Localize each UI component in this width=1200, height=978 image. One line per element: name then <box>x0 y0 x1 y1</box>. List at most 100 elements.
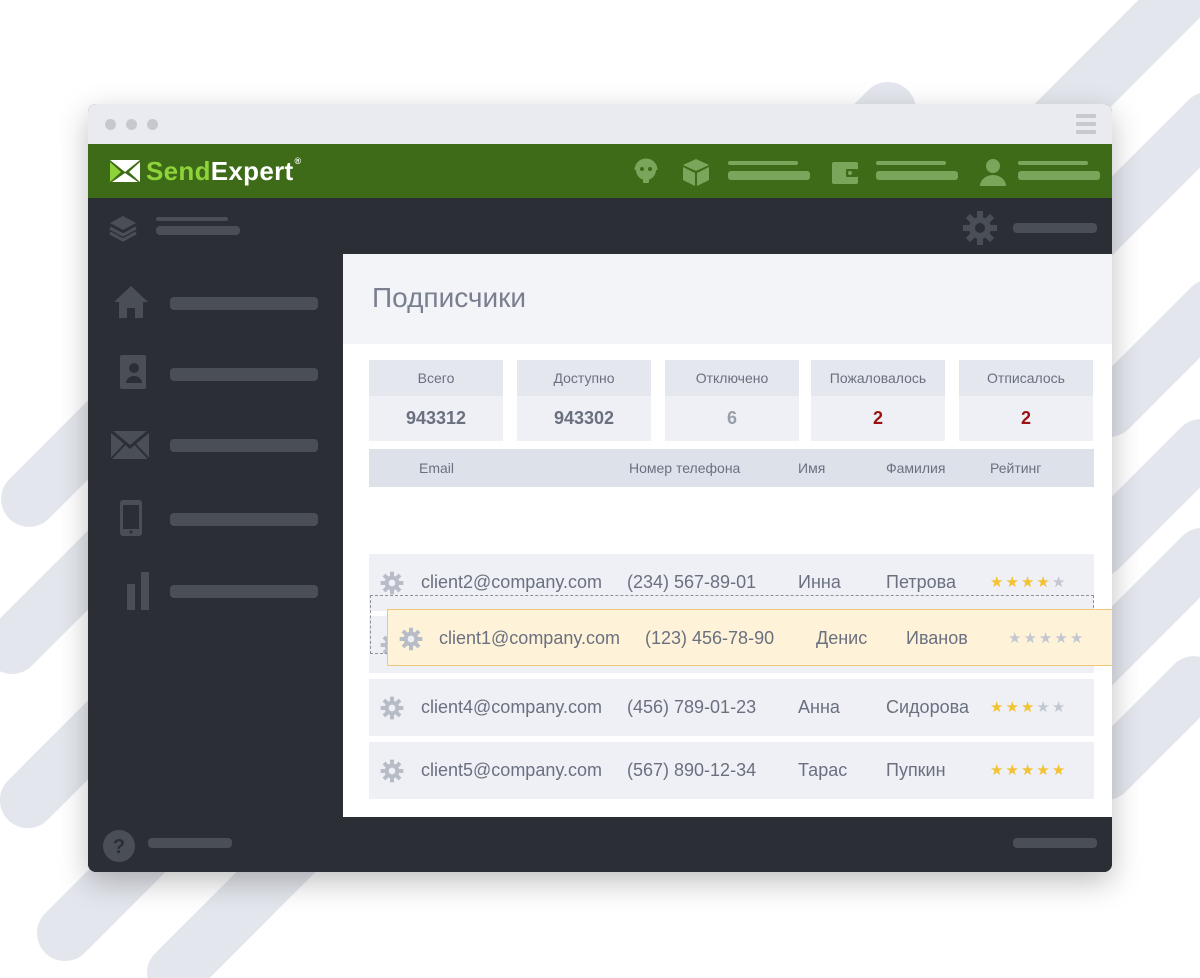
home-icon <box>114 286 148 318</box>
star-icon[interactable]: ★ <box>990 574 1005 591</box>
table-row[interactable]: client5@company.com (567) 890-12-34 Тарас П… <box>369 742 1094 799</box>
app-header: SendExpert® <box>88 144 1112 198</box>
settings-label-placeholder <box>1013 223 1097 233</box>
stat-label: Доступно <box>517 360 651 396</box>
sidebar-item-mobile[interactable] <box>88 494 344 544</box>
support-agent-icon[interactable] <box>630 156 662 188</box>
sidebar-item-home[interactable] <box>88 278 344 328</box>
menu-icon[interactable] <box>1076 114 1096 136</box>
stat-value: 943312 <box>405 408 467 428</box>
row-settings-icon[interactable] <box>380 696 404 720</box>
wallet-icon[interactable] <box>830 156 860 188</box>
star-icon[interactable]: ★ <box>1070 630 1085 647</box>
star-icon[interactable]: ★ <box>1054 630 1069 647</box>
row-settings-icon[interactable] <box>399 627 423 651</box>
page-header: Подписчики <box>343 254 1112 344</box>
star-icon[interactable]: ★ <box>1052 762 1067 779</box>
sidebar-item-mail[interactable] <box>88 420 344 470</box>
browser-titlebar <box>88 104 1112 144</box>
stat-card[interactable]: Всего 943312 <box>369 360 503 441</box>
star-icon[interactable]: ★ <box>990 762 1005 779</box>
box-icon[interactable] <box>680 156 712 188</box>
menu-value-placeholder <box>1018 171 1100 180</box>
window-dot[interactable] <box>147 119 158 130</box>
stat-value: 2 <box>872 408 883 428</box>
column-header-rating[interactable]: Рейтинг <box>990 449 1041 487</box>
window-dot[interactable] <box>126 119 137 130</box>
star-icon[interactable]: ★ <box>1036 762 1051 779</box>
menu-label-placeholder <box>876 161 946 165</box>
layers-icon[interactable] <box>108 212 138 242</box>
browser-window: SendExpert® Подписчики Всего 943312 Дост… <box>88 104 1112 872</box>
row-first-name: Денис <box>816 628 868 648</box>
row-first-name: Тарас <box>798 760 848 780</box>
menu-value-placeholder <box>876 171 958 180</box>
row-last-name: Сидорова <box>886 697 969 717</box>
table-row[interactable]: client4@company.com (456) 789-01-23 Анна Си… <box>369 679 1094 736</box>
footer-bar: ? <box>88 817 1112 872</box>
column-header-email[interactable]: Email <box>419 449 454 487</box>
rating-stars[interactable]: ★★★★★ <box>990 679 1067 736</box>
help-icon[interactable]: ? <box>102 829 136 863</box>
star-icon[interactable]: ★ <box>990 699 1005 716</box>
window-dot[interactable] <box>105 119 116 130</box>
stat-card[interactable]: Отключено 6 <box>665 360 799 441</box>
row-settings-icon[interactable] <box>380 571 404 595</box>
stat-value: 943302 <box>553 408 615 428</box>
row-last-name: Пупкин <box>886 760 946 780</box>
stat-card[interactable]: Отписалось 2 <box>959 360 1093 441</box>
mobile-icon <box>120 500 142 536</box>
dragged-table-row[interactable]: client1@company.com (123) 456-78-90 Денис И… <box>387 609 1112 666</box>
star-icon[interactable]: ★ <box>1021 699 1036 716</box>
star-icon[interactable]: ★ <box>1023 630 1038 647</box>
sidebar-label-placeholder <box>170 439 318 452</box>
stat-value: 6 <box>726 408 737 428</box>
main-content: Подписчики Всего 943312 Доступно 943302 Откл… <box>343 254 1112 817</box>
star-icon[interactable]: ★ <box>1005 574 1020 591</box>
star-icon[interactable]: ★ <box>1021 762 1036 779</box>
stat-label: Отписалось <box>959 360 1093 396</box>
user-icon[interactable] <box>978 156 1008 188</box>
sidebar-label-placeholder <box>170 513 318 526</box>
column-header-last-name[interactable]: Фамилия <box>886 449 945 487</box>
star-icon[interactable]: ★ <box>1036 699 1051 716</box>
breadcrumb-placeholder <box>156 226 240 235</box>
stat-label: Отключено <box>665 360 799 396</box>
footer-label-placeholder <box>1013 838 1097 848</box>
row-email: client5@company.com <box>421 760 603 780</box>
row-settings-icon[interactable] <box>380 759 404 783</box>
star-icon[interactable]: ★ <box>1021 574 1036 591</box>
star-icon[interactable]: ★ <box>1036 574 1051 591</box>
sidebar-item-contacts[interactable] <box>88 349 344 399</box>
column-header-phone[interactable]: Номер телефона <box>629 449 740 487</box>
table-header: Email Номер телефона Имя Фамилия Рейтинг <box>369 449 1094 487</box>
mail-icon <box>110 430 150 460</box>
svg-text:?: ? <box>113 836 125 858</box>
star-icon[interactable]: ★ <box>1005 699 1020 716</box>
star-icon[interactable]: ★ <box>1005 762 1020 779</box>
envelope-logo-icon <box>110 160 140 182</box>
row-phone: (123) 456-78-90 <box>645 628 775 648</box>
star-icon[interactable]: ★ <box>1052 699 1067 716</box>
stat-card[interactable]: Пожаловалось 2 <box>811 360 945 441</box>
menu-label-placeholder <box>1018 161 1088 165</box>
stat-card[interactable]: Доступно 943302 <box>517 360 651 441</box>
help-label-placeholder <box>148 838 232 848</box>
stat-label: Пожаловалось <box>811 360 945 396</box>
sendexpert-logo[interactable]: SendExpert® <box>108 156 301 186</box>
star-icon[interactable]: ★ <box>1052 574 1067 591</box>
rating-stars[interactable]: ★★★★★ <box>990 742 1067 799</box>
row-phone: (567) 890-12-34 <box>627 760 757 780</box>
rating-stars[interactable]: ★★★★★ <box>1008 610 1085 667</box>
star-icon[interactable]: ★ <box>1039 630 1054 647</box>
settings-gear-icon[interactable] <box>962 210 998 246</box>
row-email: client4@company.com <box>421 697 603 717</box>
sidebar-item-stats[interactable] <box>88 566 344 616</box>
row-email: client1@company.com <box>439 628 621 648</box>
row-last-name: Иванов <box>906 628 968 648</box>
logo-text: SendExpert® <box>146 155 302 186</box>
column-header-first-name[interactable]: Имя <box>798 449 825 487</box>
stat-label: Всего <box>369 360 503 396</box>
toolbar <box>88 198 1112 254</box>
star-icon[interactable]: ★ <box>1008 630 1023 647</box>
